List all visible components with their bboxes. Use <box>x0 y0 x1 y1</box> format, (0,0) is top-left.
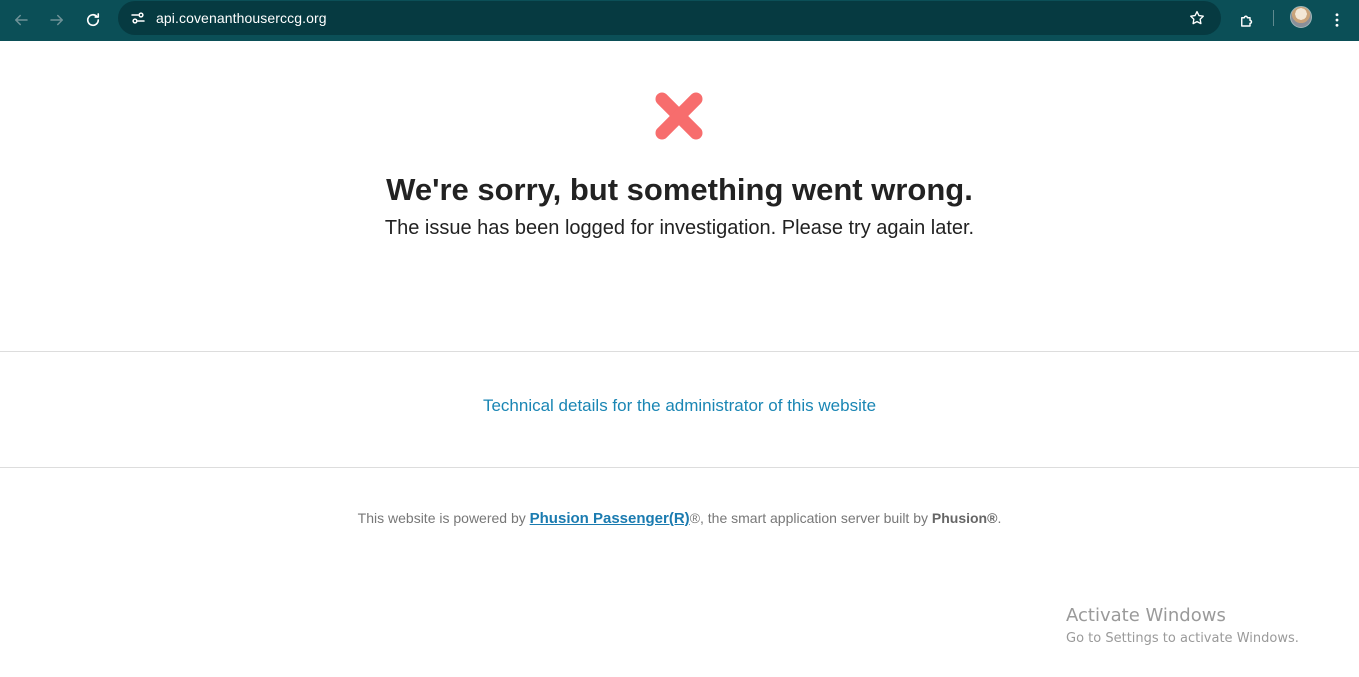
extensions-button[interactable] <box>1231 4 1263 36</box>
divider <box>0 467 1359 468</box>
phusion-name: Phusion® <box>931 510 998 526</box>
activate-windows-subtitle: Go to Settings to activate Windows. <box>1066 631 1299 646</box>
url-text[interactable]: api.covenanthouserccg.org <box>156 10 327 26</box>
reload-button[interactable] <box>77 4 109 36</box>
bookmark-button[interactable] <box>1183 4 1211 32</box>
menu-icon <box>1335 13 1339 27</box>
technical-details-link[interactable]: Technical details for the administrator … <box>0 396 1359 416</box>
powered-prefix: This website is powered by <box>357 510 530 526</box>
error-headline: We're sorry, but something went wrong. <box>386 172 973 207</box>
site-info-icon <box>131 12 145 24</box>
powered-by-footer: This website is powered by Phusion Passe… <box>0 510 1359 527</box>
phusion-passenger-link[interactable]: Phusion Passenger(R) <box>530 510 690 527</box>
toolbar-separator <box>1273 10 1274 26</box>
activate-windows-title: Activate Windows <box>1066 605 1226 626</box>
reload-icon <box>86 13 100 27</box>
address-bar[interactable]: api.covenanthouserccg.org <box>118 1 1221 35</box>
back-icon <box>15 14 28 26</box>
profile-avatar[interactable] <box>1290 6 1312 28</box>
error-description: The issue has been logged for investigat… <box>384 217 975 239</box>
browser-menu-button[interactable] <box>1321 4 1353 36</box>
forward-icon <box>50 14 63 26</box>
extensions-icon <box>1241 15 1253 27</box>
divider <box>0 351 1359 352</box>
powered-suffix: . <box>997 510 1002 526</box>
forward-button[interactable] <box>41 4 73 36</box>
back-button[interactable] <box>5 4 37 36</box>
browser-toolbar: api.covenanthouserccg.org <box>0 0 1359 41</box>
site-info-button[interactable] <box>124 4 152 32</box>
bookmark-star-icon <box>1190 10 1204 25</box>
error-x-icon <box>655 92 703 140</box>
powered-middle: ®, the smart application server built by <box>689 510 932 526</box>
